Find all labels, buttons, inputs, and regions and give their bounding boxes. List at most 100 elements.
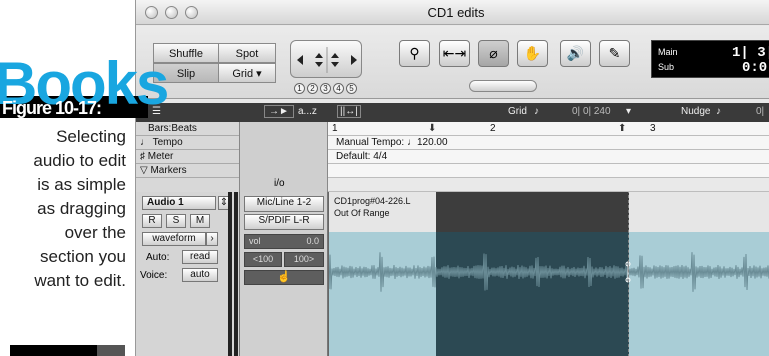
meter-ruler-label[interactable]: ♯ Meter: [136, 150, 239, 164]
ruler-labels: Bars:Beats ♩ Tempo ♯ Meter ▽ Markers: [136, 122, 240, 192]
main-counter: Main Sub 1| 3| 0:0: [651, 40, 769, 78]
automation-mode-selector[interactable]: read: [182, 250, 218, 264]
window-title: CD1 edits: [427, 5, 485, 20]
timeline-rulers: 1 ⬇ 2 ⬆ 3 Manual Tempo: ♩120.00 Default:…: [328, 122, 769, 192]
mute-button[interactable]: M: [190, 214, 210, 228]
selector-tool-button[interactable]: ⌀: [478, 40, 509, 67]
track-name-field[interactable]: Audio 1: [142, 196, 216, 210]
bar-number: 3: [650, 123, 656, 134]
dropdown-arrow-icon: ▾: [256, 68, 262, 80]
track-meter: [228, 192, 232, 356]
nudge-preset-3[interactable]: 3: [320, 83, 331, 94]
voice-label: Voice:: [140, 270, 168, 281]
sub-counter-label: Sub: [658, 62, 675, 72]
tool-slider[interactable]: [469, 80, 537, 92]
volume-label: vol: [249, 236, 261, 246]
note-icon: ♪: [534, 106, 539, 117]
tempo-ruler[interactable]: Manual Tempo: ♩120.00: [328, 136, 769, 150]
automation-label: Auto:: [146, 252, 170, 263]
playhead-line: [628, 192, 629, 356]
grid-nudge-bar: ☰ →► a...z ||↔| Grid ♪ 0| 0| 240 ▾ Nudge…: [136, 103, 769, 122]
pencil-tool-button[interactable]: ✎: [599, 40, 630, 67]
bar-number: 1: [332, 123, 338, 134]
selection-end-arrow-icon[interactable]: ⬆: [618, 122, 626, 135]
markers-label-text: Markers: [150, 165, 187, 176]
nudge-preset-4[interactable]: 4: [333, 83, 344, 94]
trim-tool-button[interactable]: ⇤⇥: [439, 40, 470, 67]
az-label: a...z: [298, 106, 317, 117]
record-enable-button[interactable]: R: [142, 214, 162, 228]
magnifier-icon: ⚲: [409, 45, 420, 61]
tab-to-transient-button[interactable]: →►: [264, 105, 294, 118]
region-edge: [328, 192, 329, 356]
nudge-preset-2[interactable]: 2: [307, 83, 318, 94]
caption-line: section you: [40, 247, 126, 266]
spot-mode-button[interactable]: Spot: [218, 43, 276, 63]
chevron-right-icon[interactable]: ›: [206, 232, 218, 246]
pencil-icon: ✎: [608, 45, 621, 61]
nudge-preset-5[interactable]: 5: [346, 83, 357, 94]
caption-line: want to edit.: [34, 271, 126, 290]
page: Books Figure 10-17: Selecting audio to e…: [0, 0, 769, 356]
pan-left-field[interactable]: <100: [244, 252, 282, 267]
caption-line: Selecting: [56, 127, 126, 146]
figure-label: Figure 10-17:: [2, 98, 102, 118]
nudge-preset-1[interactable]: 1: [294, 83, 305, 94]
grid-mode-button[interactable]: Grid ▾: [218, 63, 276, 83]
zoomer-tool-button[interactable]: ⚲: [399, 40, 430, 67]
selection-start-arrow-icon[interactable]: ⬇: [428, 122, 436, 135]
scrubber-tool-button[interactable]: 🔊: [560, 40, 591, 67]
bar-number: 2: [490, 123, 496, 134]
note-icon: ♪: [716, 106, 721, 117]
markers-ruler-label[interactable]: ▽ Markers: [136, 164, 239, 178]
tempo-text: Manual Tempo: ♩120.00: [336, 137, 448, 148]
dropdown-arrow-icon[interactable]: ▾: [626, 106, 631, 117]
grabber-tool-button[interactable]: ✋: [517, 40, 548, 67]
meter-ruler[interactable]: Default: 4/4: [328, 150, 769, 164]
bars-beats-ruler-label[interactable]: Bars:Beats: [136, 122, 239, 136]
grid-mode-label: Grid: [232, 68, 254, 80]
edit-toolbar: Shuffle Spot Slip Grid ▾ 1 2 3 4 5 ⚲ ⇤⇥ …: [136, 26, 769, 99]
track-io-column: Mic/Line 1-2 S/PDIF L-R vol 0.0 <100 100…: [240, 192, 328, 356]
input-selector[interactable]: Mic/Line 1-2: [244, 196, 324, 212]
caption-line: as dragging: [37, 199, 126, 218]
nudge-value[interactable]: 0|: [756, 106, 764, 117]
main-counter-value: 1| 3|: [732, 45, 769, 61]
region-status: Out Of Range: [334, 208, 390, 218]
volume-value: 0.0: [306, 236, 319, 246]
track-view-selector[interactable]: waveform: [142, 232, 206, 246]
output-selector[interactable]: S/PDIF L-R: [244, 214, 324, 230]
speaker-icon: 🔊: [566, 45, 585, 61]
nudge-label: Nudge: [681, 106, 711, 117]
markers-ruler[interactable]: [328, 164, 769, 178]
voice-assign-icon[interactable]: ☝: [244, 270, 324, 285]
grid-value[interactable]: 0| 0| 240: [572, 106, 611, 117]
edit-window: CD1 edits Shuffle Spot Slip Grid ▾ 1 2 3…: [135, 0, 769, 356]
title-bar: CD1 edits: [136, 0, 769, 25]
audio-region[interactable]: CD1prog#04-226.L Out Of Range: [328, 192, 769, 356]
solo-button[interactable]: S: [166, 214, 186, 228]
voice-selector[interactable]: auto: [182, 268, 218, 282]
tempo-ruler-label[interactable]: ♩ Tempo: [136, 136, 239, 150]
link-selection-button[interactable]: ||↔|: [337, 105, 361, 118]
caption-line: over the: [64, 223, 126, 242]
caption-line: is as simple: [37, 175, 126, 194]
sub-counter-value: 0:0: [742, 60, 768, 76]
ruler-spacer: [328, 178, 769, 192]
nudge-arrows-icon: [297, 47, 357, 73]
waveform-graphic: [328, 252, 769, 292]
trim-icon: ⇤⇥: [442, 45, 467, 61]
grid-label: Grid: [508, 106, 527, 117]
tempo-label-text: Tempo: [152, 137, 183, 148]
bars-beats-ruler[interactable]: 1 ⬇ 2 ⬆ 3: [328, 122, 769, 136]
volume-field[interactable]: vol 0.0: [244, 234, 324, 249]
meter-label-text: Meter: [147, 151, 174, 162]
page-footer-bar: [10, 345, 125, 356]
main-counter-label: Main: [658, 47, 678, 57]
zoom-nudge-pad[interactable]: [290, 40, 362, 78]
figure-caption: Selecting audio to edit is as simple as …: [0, 125, 126, 293]
selector-waveform-icon: ⌀: [489, 45, 498, 61]
region-name: CD1prog#04-226.L: [334, 196, 411, 206]
caption-line: audio to edit: [33, 151, 126, 170]
pan-right-field[interactable]: 100>: [284, 252, 324, 267]
